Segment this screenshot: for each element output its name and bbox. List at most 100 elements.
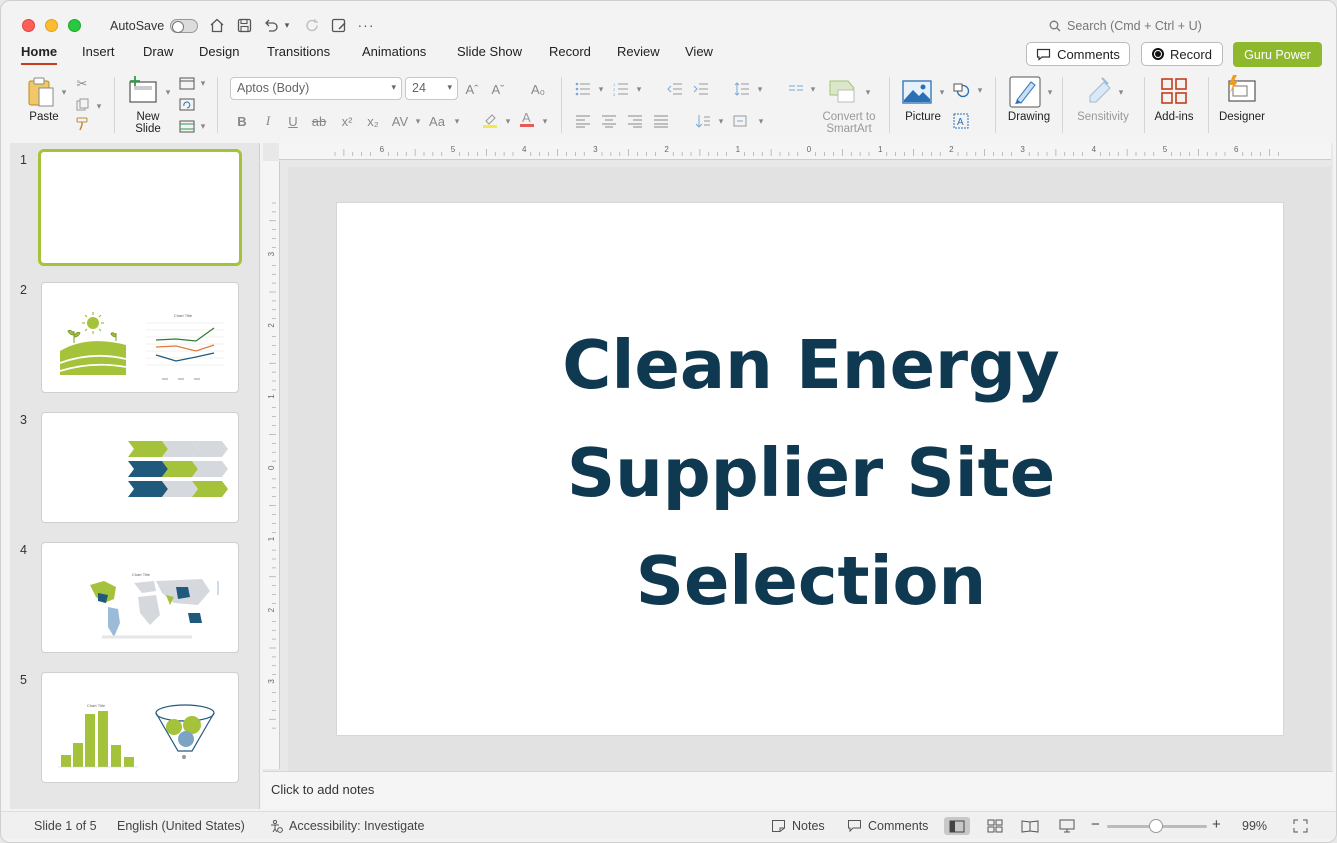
chevron-down-icon[interactable]: ▾ — [712, 112, 730, 130]
minimize-window-button[interactable] — [45, 19, 58, 32]
chevron-down-icon[interactable]: ▾ — [1112, 83, 1130, 101]
shapes-icon[interactable] — [952, 81, 970, 99]
zoom-level[interactable]: 99% — [1242, 819, 1267, 833]
font-name-select[interactable]: Aptos (Body) ▾ — [230, 77, 402, 100]
undo-dropdown-icon[interactable]: ▾ — [281, 15, 293, 35]
justify-icon[interactable] — [652, 112, 670, 130]
tab-view[interactable]: View — [685, 44, 713, 59]
slide-thumbnail-3[interactable] — [41, 412, 239, 523]
decrease-font-icon[interactable]: Aˇ — [489, 80, 507, 98]
cut-icon[interactable]: ✂ — [73, 75, 91, 93]
guru-power-button[interactable]: Guru Power — [1233, 42, 1322, 67]
subscript-icon[interactable]: x₂ — [364, 112, 382, 130]
search-box[interactable]: Search (Cmd + Ctrl + U) — [1049, 19, 1202, 33]
align-center-icon[interactable] — [600, 112, 618, 130]
columns-icon[interactable] — [787, 80, 805, 98]
comments-toggle[interactable]: Comments — [847, 819, 928, 833]
text-direction-icon[interactable] — [694, 112, 712, 130]
horizontal-ruler[interactable]: 6 5 4 3 2 1 0 1 2 3 4 5 6 — [279, 143, 1331, 160]
sensitivity-button[interactable] — [1086, 76, 1114, 107]
zoom-out-button[interactable]: − — [1091, 816, 1100, 833]
convert-smartart-button[interactable] — [828, 78, 858, 107]
notes-pane[interactable]: Click to add notes — [263, 771, 1333, 809]
record-button[interactable]: Record — [1141, 42, 1223, 66]
clear-formatting-icon[interactable]: A₀ — [529, 80, 547, 98]
align-right-icon[interactable] — [626, 112, 644, 130]
font-size-select[interactable]: 24 ▾ — [405, 77, 458, 100]
home-icon[interactable] — [207, 15, 227, 35]
addins-button[interactable] — [1160, 77, 1188, 108]
chevron-down-icon[interactable]: ▾ — [536, 112, 554, 130]
character-spacing-icon[interactable]: AV — [389, 112, 411, 130]
chevron-down-icon[interactable]: ▾ — [630, 80, 648, 98]
chevron-down-icon[interactable]: ▾ — [751, 80, 769, 98]
decrease-indent-icon[interactable] — [666, 80, 684, 98]
accessibility-status[interactable]: Accessibility: Investigate — [269, 819, 424, 833]
chevron-down-icon[interactable]: ▾ — [409, 112, 427, 130]
increase-font-icon[interactable]: Aˆ — [463, 80, 481, 98]
zoom-in-button[interactable]: + — [1212, 816, 1221, 833]
underline-icon[interactable]: U — [284, 112, 302, 130]
chevron-down-icon[interactable]: ▾ — [448, 112, 466, 130]
more-icon[interactable]: ··· — [356, 15, 376, 35]
line-spacing-icon[interactable] — [733, 80, 751, 98]
chevron-down-icon[interactable]: ▾ — [592, 80, 610, 98]
fit-to-window-button[interactable] — [1287, 817, 1313, 835]
change-case-icon[interactable]: Aa — [426, 112, 448, 130]
slideshow-view-button[interactable] — [1054, 817, 1080, 835]
reset-slide-icon[interactable] — [178, 95, 196, 113]
new-slide-dropdown-icon[interactable]: ▾ — [159, 83, 177, 101]
chevron-down-icon[interactable]: ▾ — [804, 80, 822, 98]
section-dropdown-icon[interactable]: ▾ — [194, 117, 212, 135]
tab-slide-show[interactable]: Slide Show — [457, 44, 522, 59]
increase-indent-icon[interactable] — [692, 80, 710, 98]
copy-dropdown-icon[interactable]: ▾ — [90, 97, 108, 115]
slide-title-textbox[interactable]: Clean Energy Supplier Site Selection — [337, 311, 1285, 635]
normal-view-button[interactable] — [944, 817, 970, 835]
tab-transitions[interactable]: Transitions — [267, 44, 330, 59]
redo-icon[interactable] — [302, 15, 322, 35]
chevron-down-icon[interactable]: ▾ — [752, 112, 770, 130]
close-window-button[interactable] — [22, 19, 35, 32]
paste-button[interactable] — [26, 76, 58, 111]
bullets-icon[interactable] — [574, 80, 592, 98]
designer-button[interactable] — [1225, 75, 1257, 108]
copy-icon[interactable] — [73, 95, 91, 113]
save-as-icon[interactable] — [329, 15, 349, 35]
numbering-icon[interactable]: 123 — [612, 80, 630, 98]
slide-thumbnail-2[interactable]: Chart Title — [41, 282, 239, 393]
paste-dropdown-icon[interactable]: ▾ — [55, 83, 73, 101]
chevron-down-icon[interactable]: ▾ — [1041, 83, 1059, 101]
tab-home[interactable]: Home — [21, 44, 58, 65]
vertical-ruler[interactable]: 3 2 1 0 1 2 3 — [263, 161, 280, 769]
tab-review[interactable]: Review — [617, 44, 660, 59]
tab-animations[interactable]: Animations — [362, 44, 426, 59]
font-color-icon[interactable]: A — [518, 110, 536, 128]
chevron-down-icon[interactable]: ▾ — [499, 112, 517, 130]
tab-record[interactable]: Record — [549, 44, 591, 59]
format-painter-icon[interactable] — [73, 115, 91, 133]
tab-design[interactable]: Design — [199, 44, 239, 59]
bold-icon[interactable]: B — [233, 112, 251, 130]
slide-thumbnail-4[interactable]: Chart Title — [41, 542, 239, 653]
chevron-down-icon[interactable]: ▾ — [971, 81, 989, 99]
slide-sorter-button[interactable] — [982, 817, 1008, 835]
comments-button[interactable]: Comments — [1026, 42, 1130, 66]
reading-view-button[interactable] — [1017, 817, 1043, 835]
undo-icon[interactable] — [261, 15, 281, 35]
italic-icon[interactable]: I — [259, 112, 277, 130]
layout-dropdown-icon[interactable]: ▾ — [194, 74, 212, 92]
language-status[interactable]: English (United States) — [117, 819, 245, 833]
maximize-window-button[interactable] — [68, 19, 81, 32]
tab-draw[interactable]: Draw — [143, 44, 173, 59]
superscript-icon[interactable]: x² — [338, 112, 356, 130]
align-left-icon[interactable] — [574, 112, 592, 130]
align-text-icon[interactable] — [732, 112, 750, 130]
drawing-button[interactable] — [1009, 76, 1041, 111]
slide-thumbnail-5[interactable]: Chart Title — [41, 672, 239, 783]
save-icon[interactable] — [234, 15, 254, 35]
strikethrough-icon[interactable]: ab — [310, 112, 328, 130]
highlight-icon[interactable] — [481, 111, 499, 129]
chevron-down-icon[interactable]: ▾ — [933, 83, 951, 101]
tab-insert[interactable]: Insert — [82, 44, 115, 59]
